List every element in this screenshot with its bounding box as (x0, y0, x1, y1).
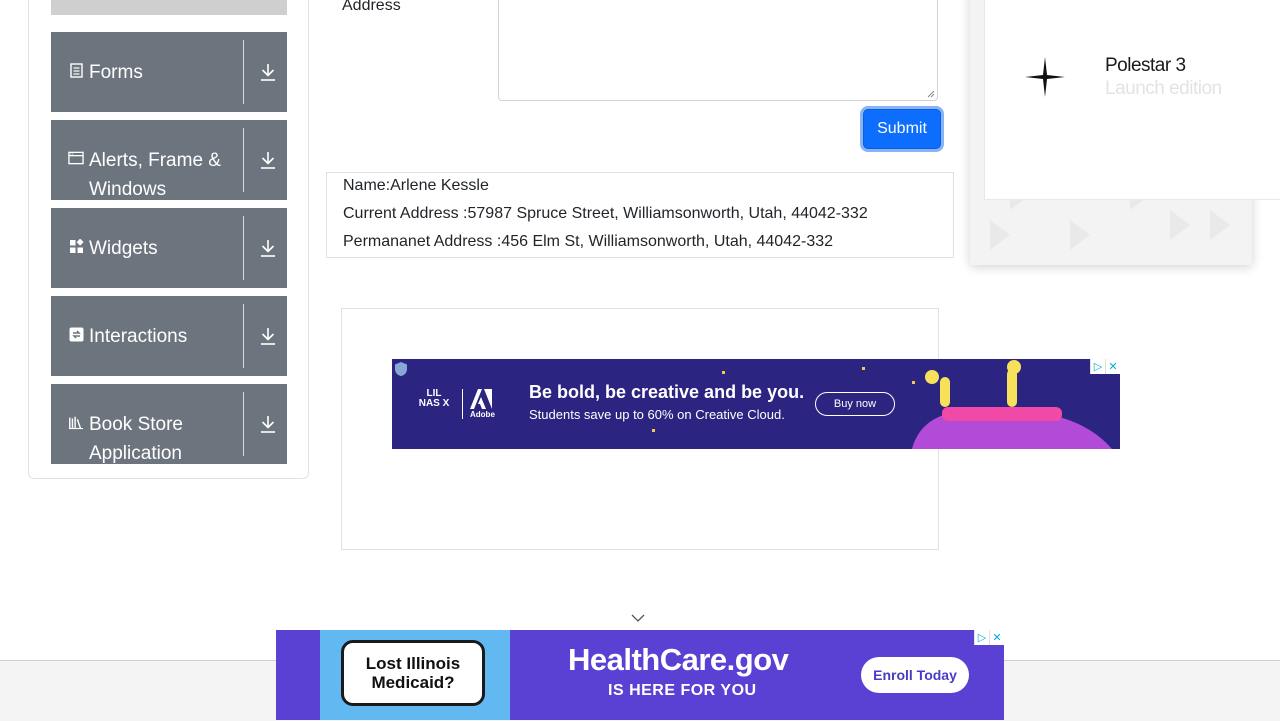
chevron-down-icon[interactable] (630, 612, 646, 624)
adchoices-icon[interactable]: ▷ (974, 630, 989, 645)
output-panel: Name:Arlene Kessle Current Address :5798… (326, 172, 954, 258)
sidebar-group-label: Alerts, Frame & Windows (89, 150, 221, 200)
divider (243, 392, 244, 456)
close-icon[interactable]: ✕ (989, 630, 1004, 645)
divider (243, 304, 244, 368)
divider (462, 389, 463, 419)
output-permanent-address: Permananet Address :456 Elm St, Williams… (343, 233, 834, 250)
close-icon[interactable]: ✕ (1105, 359, 1120, 374)
adobe-headline: Be bold, be creative and be you. (529, 382, 805, 402)
adobe-wordmark: Adobe (470, 410, 495, 419)
resize-grip-icon[interactable] (927, 90, 935, 98)
sidebar-group-interactions[interactable]: Interactions (51, 296, 287, 376)
sidebar-group-label: Book Store Application (89, 414, 183, 464)
window-icon (68, 150, 84, 166)
download-icon[interactable] (259, 150, 279, 172)
sidebar-group-label: Widgets (89, 238, 158, 259)
sidebar-group-book-store[interactable]: Book Store Application (51, 384, 287, 464)
healthcare-tagline: IS HERE FOR YOU (608, 682, 757, 699)
download-icon[interactable] (259, 414, 279, 436)
sidebar: Forms Alerts, Frame & Windows Widgets In… (28, 0, 309, 479)
enroll-today-button[interactable]: Enroll Today (861, 657, 969, 693)
sidebar-group-label: Forms (89, 62, 143, 83)
buy-now-button[interactable]: Buy now (815, 392, 895, 416)
sidebar-group-label: Interactions (89, 326, 188, 347)
promo-card[interactable]: Polestar 3 Launch edition (984, 0, 1280, 200)
download-icon[interactable] (259, 238, 279, 260)
promo-subtitle: Launch edition (1105, 78, 1222, 99)
permanent-address-textarea[interactable] (498, 0, 938, 101)
download-icon[interactable] (259, 326, 279, 348)
ad-choices[interactable]: ▷ ✕ (974, 630, 1004, 645)
divider (243, 40, 244, 104)
forms-icon (68, 62, 84, 78)
permanent-address-label: Address (342, 0, 401, 14)
output-current-address: Current Address :57987 Spruce Street, Wi… (343, 205, 868, 222)
divider (243, 216, 244, 280)
divider (243, 128, 244, 192)
sidebar-previous-group[interactable] (51, 0, 287, 15)
submit-button[interactable]: Submit (863, 109, 941, 149)
sidebar-group-widgets[interactable]: Widgets (51, 208, 287, 288)
adchoices-icon[interactable]: ▷ (1090, 359, 1105, 374)
sidebar-group-forms[interactable]: Forms (51, 32, 287, 112)
adobe-subline: Students save up to 60% on Creative Clou… (529, 407, 785, 422)
output-name: Name:Arlene Kessle (343, 177, 489, 194)
adobe-logo-icon (470, 389, 492, 409)
healthcare-brand: HealthCare.gov (568, 642, 789, 677)
widgets-icon (68, 238, 84, 254)
ad-choices[interactable]: ▷ ✕ (1090, 359, 1120, 374)
polestar-logo-icon (1025, 57, 1065, 97)
download-icon[interactable] (259, 62, 279, 84)
sidebar-group-alerts[interactable]: Alerts, Frame & Windows (51, 120, 287, 200)
healthcare-ad-bubble: Lost Illinois Medicaid? (341, 640, 485, 706)
book-icon (68, 414, 84, 430)
confetti-decoration (652, 360, 1112, 449)
interactions-icon (68, 326, 84, 342)
healthcare-ad-banner[interactable]: Lost Illinois Medicaid? HealthCare.gov I… (276, 630, 1004, 720)
lil-nas-x-logo: LIL NAS X (418, 388, 450, 409)
adobe-ad-banner[interactable]: LIL NAS X Adobe Be bold, be creative and… (392, 359, 1120, 449)
shield-icon (395, 362, 407, 376)
promo-title: Polestar 3 (1105, 55, 1186, 76)
